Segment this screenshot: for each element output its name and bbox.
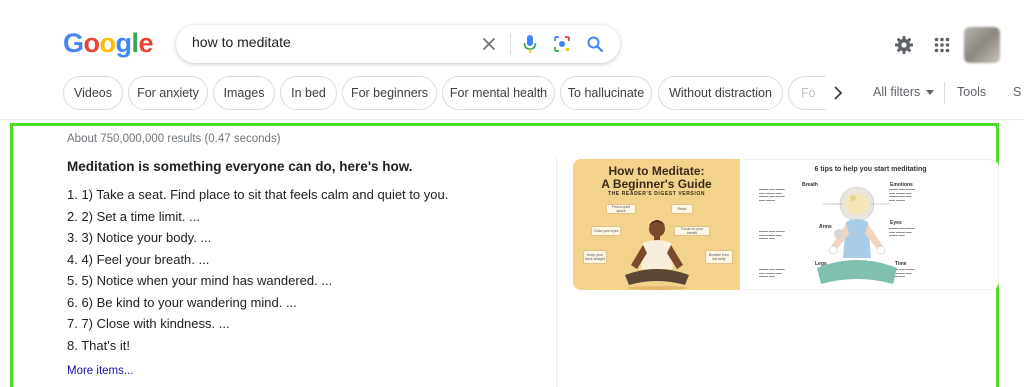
close-icon[interactable] <box>478 33 500 55</box>
logo-letter: o <box>83 28 101 58</box>
guide-tip: Keep your back straight <box>583 250 607 264</box>
list-item: 8. That's it! <box>67 337 130 353</box>
chevron-right-icon[interactable] <box>830 84 846 102</box>
guide-subtitle: THE READER'S DIGEST VERSION <box>607 191 706 197</box>
search-box[interactable] <box>176 25 620 63</box>
all-filters-button[interactable]: All filters <box>873 85 935 99</box>
snippet-images: How to Meditate: A Beginner's Guide THE … <box>573 159 999 290</box>
guide-tip: Find a quiet space <box>606 204 636 214</box>
result-stats: About 750,000,000 results (0.47 seconds) <box>67 133 281 145</box>
camera-lens-icon[interactable] <box>551 33 573 55</box>
list-item: 7. 7) Close with kindness. ... <box>67 316 230 331</box>
chip-for-anxiety[interactable]: For anxiety <box>128 76 208 110</box>
safesearch-partial[interactable]: S <box>1013 85 1021 99</box>
tips-title: 6 tips to help you start meditating <box>814 166 927 173</box>
search-divider <box>510 34 511 54</box>
all-filters-label: All filters <box>873 85 921 99</box>
tools-button[interactable]: Tools <box>957 85 986 99</box>
tools-divider <box>944 82 945 104</box>
list-item: 6. 6) Be kind to your wandering mind. ..… <box>67 294 297 310</box>
logo-letter: o <box>99 28 117 58</box>
guide-tip: Relax <box>671 204 693 214</box>
chip-without-distraction[interactable]: Without distraction <box>658 76 783 110</box>
chip-in-bed[interactable]: In bed <box>280 76 337 110</box>
tips-text-block: ▬▬▬ ▬▬ ▬▬▬ ▬▬ ▬▬▬ ▬▬ ▬▬▬ ▬▬ ▬▬▬ ▬▬ ▬▬▬ <box>759 187 785 202</box>
guide-image[interactable]: How to Meditate: A Beginner's Guide THE … <box>573 159 740 290</box>
gear-icon[interactable] <box>893 34 915 56</box>
chip-images[interactable]: Images <box>213 76 275 110</box>
chip-to-hallucinate[interactable]: To hallucinate <box>560 76 652 110</box>
avatar[interactable] <box>964 27 1000 63</box>
microphone-icon[interactable] <box>519 33 541 55</box>
guide-title-line2: A Beginner's Guide <box>601 177 712 191</box>
logo-letter: l <box>131 28 140 58</box>
chip-for-mental-health[interactable]: For mental health <box>442 76 555 110</box>
tips-image[interactable]: 6 tips to help you start meditating Brea… <box>743 159 999 290</box>
logo-letter: e <box>138 28 154 58</box>
tips-text-block: ▬▬▬ ▬▬ ▬▬▬ ▬▬ ▬▬▬ ▬▬ ▬▬▬ ▬▬ <box>759 229 785 241</box>
snippet-divider <box>556 158 557 387</box>
list-item: 5. 5) Notice when your mind has wandered… <box>67 273 333 288</box>
caret-down-icon <box>926 89 935 95</box>
logo-letter: G <box>63 28 84 58</box>
list-item: 2. 2) Set a time limit. ... <box>67 208 200 224</box>
guide-tip: Breathe from the belly <box>705 250 733 264</box>
chip-partial[interactable]: Fo <box>788 76 826 110</box>
more-items-link[interactable]: More items... <box>67 365 133 377</box>
search-input[interactable] <box>192 34 472 50</box>
tips-text-block: ▬▬▬ ▬▬ ▬▬▬ ▬▬ ▬▬▬ ▬▬ ▬▬▬ ▬▬ <box>759 267 785 279</box>
list-item: 4. 4) Feel your breath. ... <box>67 251 210 267</box>
google-logo[interactable]: Google <box>63 28 154 59</box>
list-item: 3. 3) Notice your body. ... <box>67 230 212 245</box>
chip-for-beginners[interactable]: For beginners <box>342 76 437 110</box>
guide-tip: Close your eyes <box>591 226 621 236</box>
meditating-woman-illustration <box>817 186 897 284</box>
guide-title: How to Meditate: A Beginner's Guide <box>573 165 740 191</box>
featured-snippet-title: Meditation is something everyone can do,… <box>67 159 413 174</box>
list-item: 1. 1) Take a seat. Find place to sit tha… <box>67 187 449 202</box>
snippet-steps-list: 1. 1) Take a seat. Find place to sit tha… <box>67 186 448 358</box>
meditating-person-illustration <box>625 220 689 290</box>
logo-letter: g <box>115 28 133 58</box>
search-icon[interactable] <box>584 33 606 55</box>
chip-videos[interactable]: Videos <box>63 76 123 110</box>
apps-grid-icon[interactable] <box>931 34 953 56</box>
header-divider <box>0 119 1024 120</box>
